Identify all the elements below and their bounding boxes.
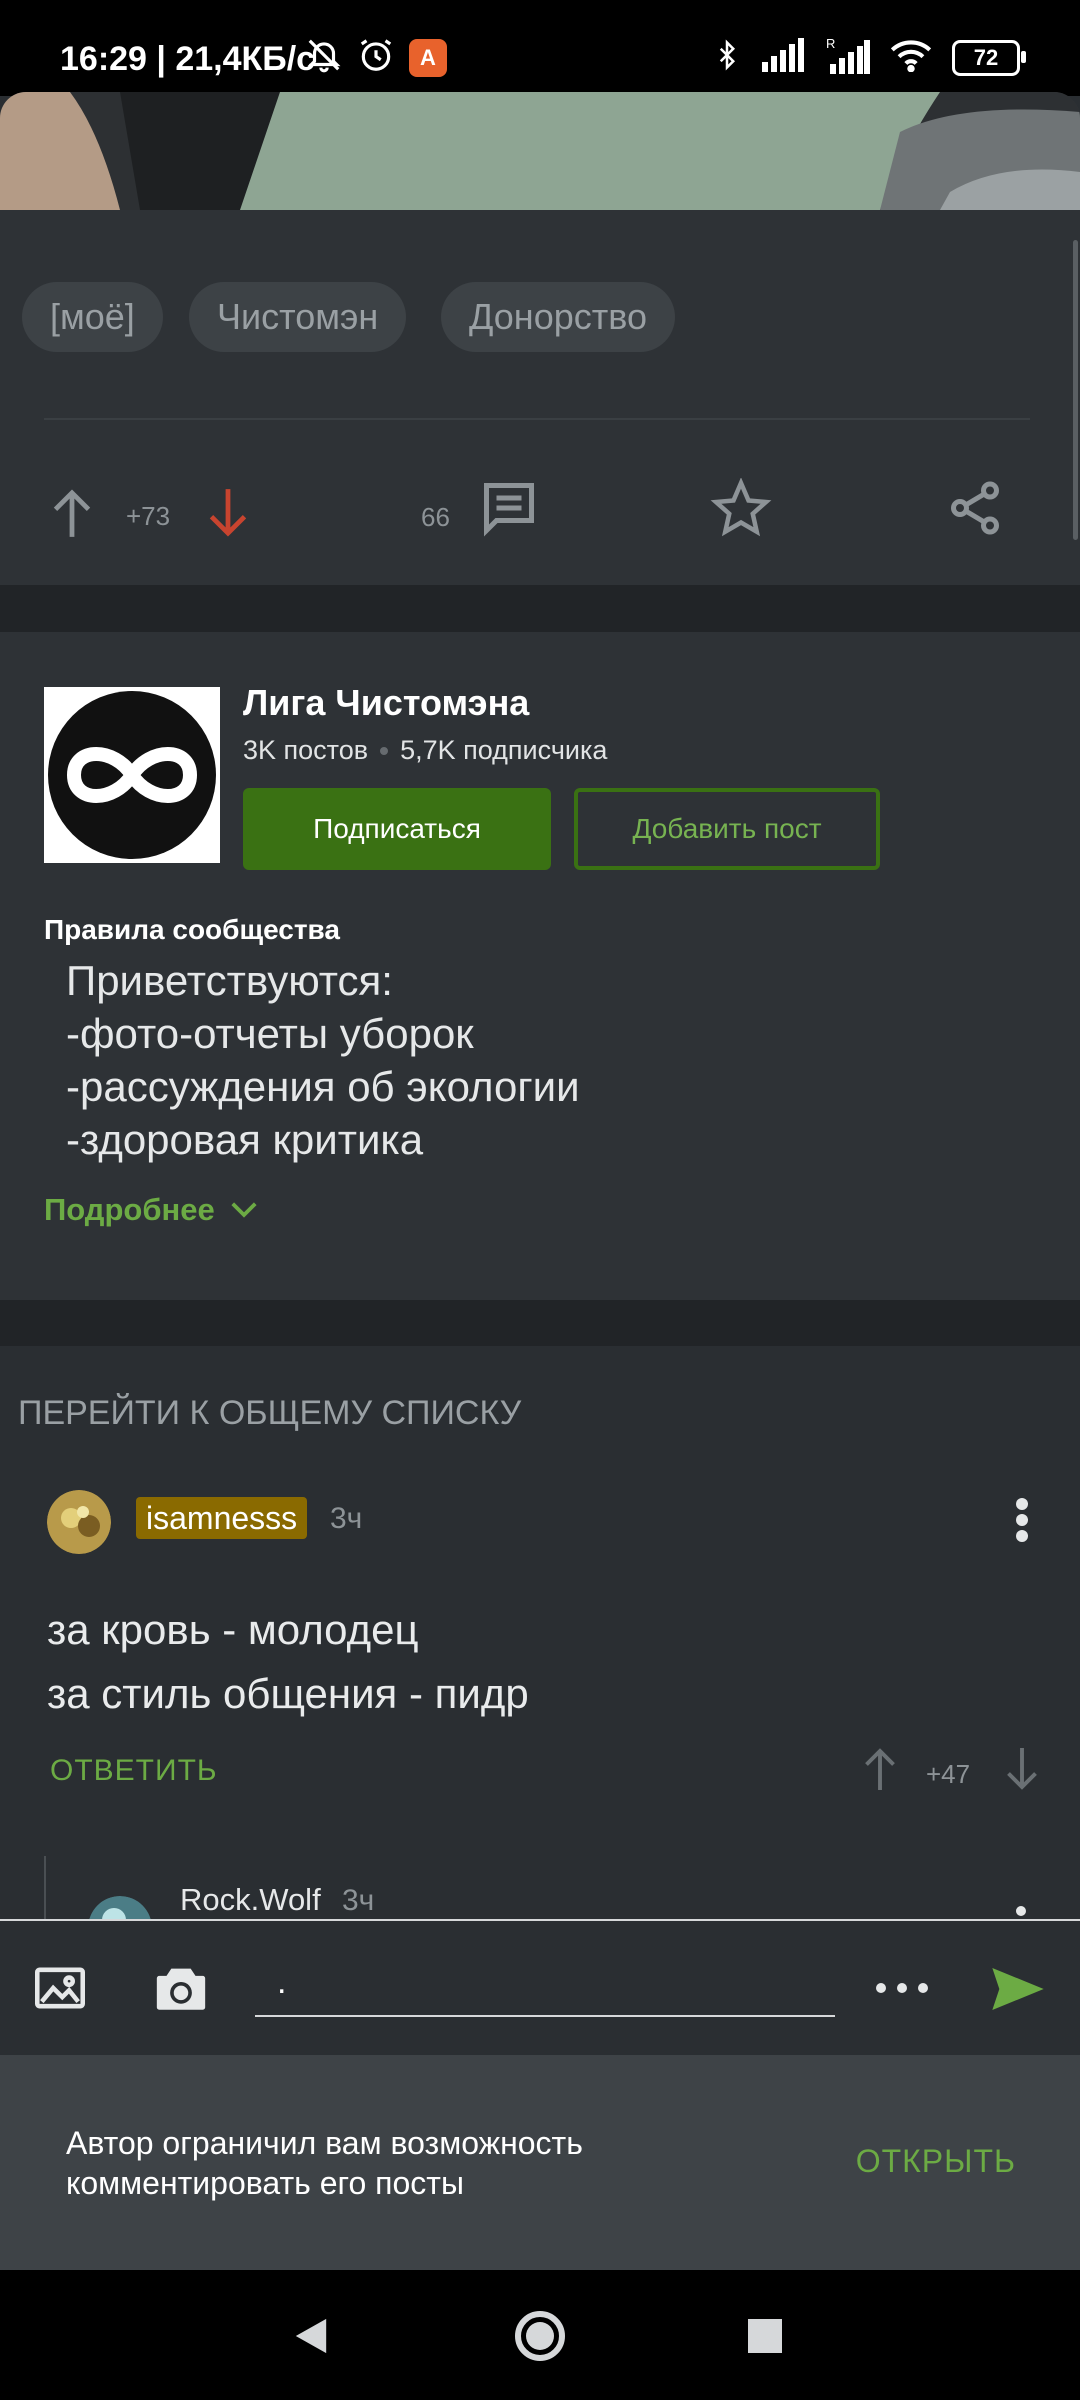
community-name[interactable]: Лига Чистомэна [243,682,529,724]
comment-line: за стиль общения - пидр [47,1670,529,1717]
comment-restriction-notice: Автор ограничил вам возможность комменти… [0,2055,1080,2270]
upvote-icon[interactable] [50,487,94,544]
signal-roaming-icon: R [826,36,870,79]
comment-input-bar: . [0,1919,1080,2057]
downvote-icon[interactable] [206,487,250,544]
comment-input-value: . [277,1963,287,2001]
home-icon[interactable] [514,2310,566,2367]
go-to-all-comments[interactable]: ПЕРЕЙТИ К ОБЩЕМУ СПИСКУ [18,1394,521,1433]
svg-text:R: R [826,36,835,51]
more-vert-icon[interactable] [1016,1906,1026,1916]
community-subscribers: 5,7K подписчика [400,735,608,765]
stats-separator [380,746,389,755]
downvote-icon[interactable] [1004,1746,1040,1797]
community-stats: 3K постов 5,7K подписчика [243,735,607,766]
post-footer: [моё] Чистомэн Донорство +73 66 [0,210,1080,585]
status-bar: 16:29 | 21,4КБ/с A R 72 [0,0,1080,96]
notice-text: Автор ограничил вам возможность комменти… [66,2123,583,2203]
signal-icon [762,38,806,77]
open-button[interactable]: ОТКРЫТЬ [856,2143,1016,2180]
scrollbar[interactable] [1073,240,1078,540]
comments-section: ПЕРЕЙТИ К ОБЩЕМУ СПИСКУ isamnesss 3ч за … [0,1346,1080,1960]
star-icon[interactable] [710,477,772,543]
comment-rating: +47 [926,1759,971,1789]
send-icon[interactable] [990,1965,1046,2018]
rules-line: -фото-отчеты уборок [66,1010,474,1057]
subscribe-button[interactable]: Подписаться [243,788,551,870]
community-posts: 3K постов [243,735,369,765]
wifi-icon [890,38,932,77]
community-card: Лига Чистомэна 3K постов 5,7K подписчика… [0,632,1080,1300]
comments-count: 66 [421,502,450,532]
post-image[interactable] [0,92,1080,210]
more-label: Подробнее [44,1192,215,1227]
alarm-icon [357,36,395,79]
divider [44,418,1030,420]
muted-bell-icon [305,36,343,79]
comment-body: за кровь - молодец за стиль общения - пи… [47,1598,529,1726]
comment-input[interactable]: . [255,1959,835,2017]
notice-line: Автор ограничил вам возможность [66,2125,583,2161]
tag-moe[interactable]: [моё] [22,282,163,352]
tag-donorstvo[interactable]: Донорство [441,282,675,352]
section-divider [0,585,1080,632]
recents-icon[interactable] [748,2319,782,2353]
back-icon[interactable] [292,2316,330,2361]
rules-title: Правила сообщества [44,914,340,945]
navigation-bar [0,2270,1080,2400]
battery-icon: 72 [952,39,1026,76]
avatar[interactable] [47,1490,111,1554]
section-divider [0,1300,1080,1346]
comment-time: 3ч [342,1884,375,1917]
status-time: 16:29 | 21,4КБ/с [60,40,316,78]
rules-text: Приветствуются: -фото-отчеты уборок -рас… [66,954,580,1166]
comment-username[interactable]: Rock.Wolf [180,1882,321,1918]
rules-line: -здоровая критика [66,1116,424,1163]
upvote-icon[interactable] [862,1746,898,1797]
comment-time: 3ч [330,1502,363,1535]
more-horiz-icon[interactable] [874,1981,930,2000]
comment-line: за кровь - молодец [47,1606,419,1653]
share-icon[interactable] [944,478,1006,543]
reply-button[interactable]: ОТВЕТИТЬ [50,1754,218,1788]
chevron-down-icon [229,1192,259,1228]
notice-line: комментировать его посты [66,2165,464,2201]
add-post-button[interactable]: Добавить пост [574,788,880,870]
comments-icon[interactable] [478,478,540,543]
community-logo[interactable] [44,687,220,863]
comment-username[interactable]: isamnesss [136,1497,308,1539]
more-link[interactable]: Подробнее [44,1192,259,1228]
bluetooth-icon [712,36,742,79]
image-icon[interactable] [32,1963,88,2018]
thread-line [44,1856,46,1926]
camera-icon[interactable] [152,1961,210,2020]
post-rating: +73 [126,501,171,531]
more-vert-icon[interactable] [1010,1496,1034,1549]
tag-chistomen[interactable]: Чистомэн [189,282,407,352]
rules-line: Приветствуются: [66,957,393,1004]
app-a-icon: A [409,38,447,77]
rules-line: -рассуждения об экологии [66,1063,580,1110]
